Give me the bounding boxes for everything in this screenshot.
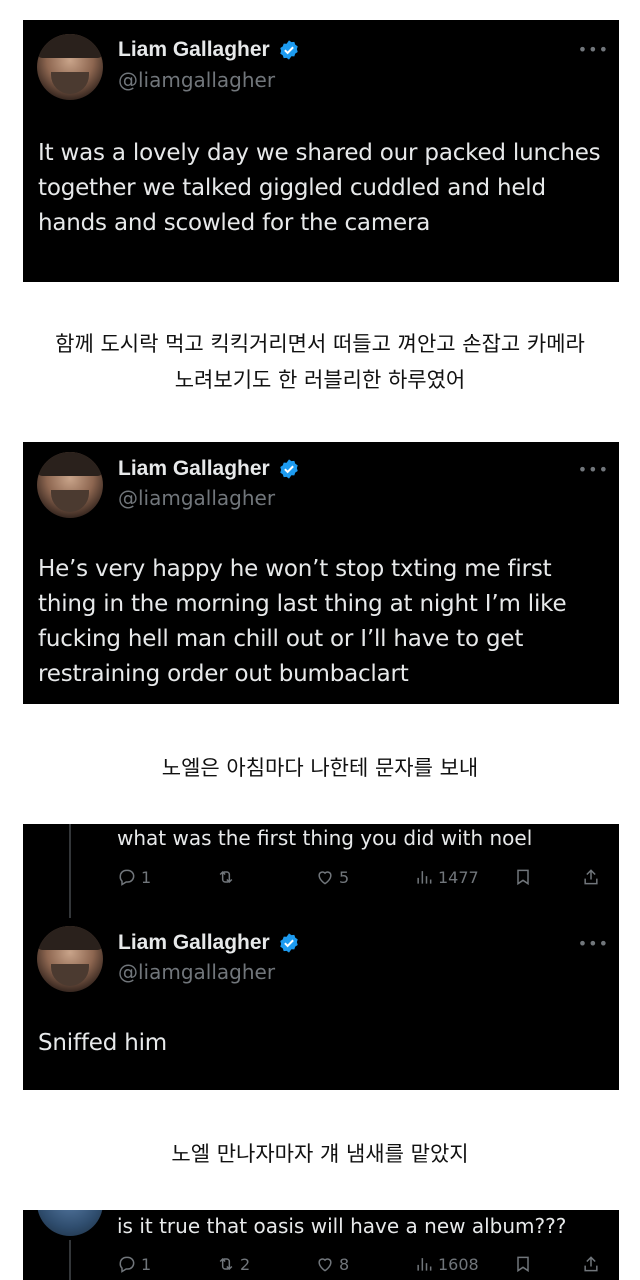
action-bar: 1 5 1477 xyxy=(23,867,619,891)
author-row: Liam Gallagher xyxy=(118,457,300,481)
avatar[interactable] xyxy=(37,34,103,100)
share-button[interactable] xyxy=(581,867,601,887)
replier-avatar[interactable] xyxy=(37,1210,103,1236)
avatar-beard xyxy=(51,72,89,94)
retweet-button[interactable] xyxy=(216,867,240,887)
reply-button[interactable]: 1 xyxy=(117,867,151,887)
avatar-beard xyxy=(51,490,89,512)
more-options-icon[interactable]: ••• xyxy=(578,40,609,59)
reply-button[interactable]: 1 xyxy=(117,1254,151,1274)
author-row: Liam Gallagher xyxy=(118,931,300,955)
tweet-text: He’s very happy he won’t stop txting me … xyxy=(38,556,567,687)
verified-badge-icon xyxy=(280,933,298,953)
author-row: Liam Gallagher xyxy=(118,38,300,62)
reply-count: 1 xyxy=(141,867,152,887)
translation-caption-1: 함께 도시락 먹고 킥킥거리면서 떠들고 껴안고 손잡고 카메라 노려보기도 한… xyxy=(55,332,585,392)
author-name[interactable]: Liam Gallagher xyxy=(118,38,270,62)
reply-question-text: is it true that oasis will have a new al… xyxy=(117,1214,567,1238)
like-count: 5 xyxy=(339,867,350,887)
translation-caption-3: 노엘 만나자마자 걔 냄새를 맡았지 xyxy=(171,1142,469,1166)
tweet-card-2[interactable]: Liam Gallagher @liamgallagher ••• He’s v… xyxy=(23,442,619,704)
author-handle[interactable]: @liamgallagher xyxy=(118,486,275,510)
tweet-text: It was a lovely day we shared our packed… xyxy=(38,140,601,236)
avatar-hair xyxy=(37,34,103,58)
reply-count: 1 xyxy=(141,1254,152,1274)
avatar[interactable] xyxy=(37,452,103,518)
like-icon xyxy=(318,871,332,885)
share-icon xyxy=(584,1256,598,1272)
author-name[interactable]: Liam Gallagher xyxy=(118,457,270,481)
verified-badge-icon xyxy=(280,459,298,479)
reply-thread-card[interactable]: what was the first thing you did with no… xyxy=(23,824,619,1090)
bookmark-button[interactable] xyxy=(513,867,533,887)
reply-icon xyxy=(119,869,135,886)
verified-badge-icon xyxy=(280,40,298,60)
bookmark-icon xyxy=(517,869,529,886)
translation-caption-2: 노엘은 아침마다 나한테 문자를 보내 xyxy=(161,756,479,780)
author-handle[interactable]: @liamgallagher xyxy=(118,68,275,92)
avatar-beard xyxy=(51,964,89,986)
like-count: 8 xyxy=(339,1254,350,1274)
more-options-icon[interactable]: ••• xyxy=(578,460,609,479)
reply-question-text: what was the first thing you did with no… xyxy=(117,826,533,850)
bookmark-button[interactable] xyxy=(513,1254,533,1274)
bookmark-icon xyxy=(517,1256,529,1273)
reply-icon xyxy=(119,1256,135,1273)
like-button[interactable]: 8 xyxy=(315,1254,349,1274)
more-options-icon[interactable]: ••• xyxy=(578,934,609,953)
retweet-icon xyxy=(219,1257,233,1271)
avatar-hair xyxy=(37,926,103,950)
author-handle[interactable]: @liamgallagher xyxy=(118,960,275,984)
tweet-text: Sniffed him xyxy=(38,1030,167,1056)
tweet-card-1[interactable]: Liam Gallagher @liamgallagher ••• It was… xyxy=(23,20,619,282)
avatar[interactable] xyxy=(37,926,103,992)
views-count: 1477 xyxy=(438,867,479,887)
action-bar: 1 2 8 1608 xyxy=(23,1254,619,1278)
views-icon xyxy=(417,871,432,884)
share-icon xyxy=(584,869,598,885)
like-icon xyxy=(318,1258,332,1272)
retweet-count: 2 xyxy=(240,1254,251,1274)
views-icon xyxy=(417,1258,432,1271)
views-count: 1608 xyxy=(438,1254,479,1274)
retweet-icon xyxy=(219,870,233,884)
avatar-hair xyxy=(37,452,103,476)
reply-thread-card-2[interactable]: is it true that oasis will have a new al… xyxy=(23,1210,619,1280)
views-button[interactable]: 1477 xyxy=(414,867,479,887)
author-name[interactable]: Liam Gallagher xyxy=(118,931,270,955)
share-button[interactable] xyxy=(581,1254,601,1274)
views-button[interactable]: 1608 xyxy=(414,1254,479,1274)
like-button[interactable]: 5 xyxy=(315,867,349,887)
retweet-button[interactable]: 2 xyxy=(216,1254,250,1274)
